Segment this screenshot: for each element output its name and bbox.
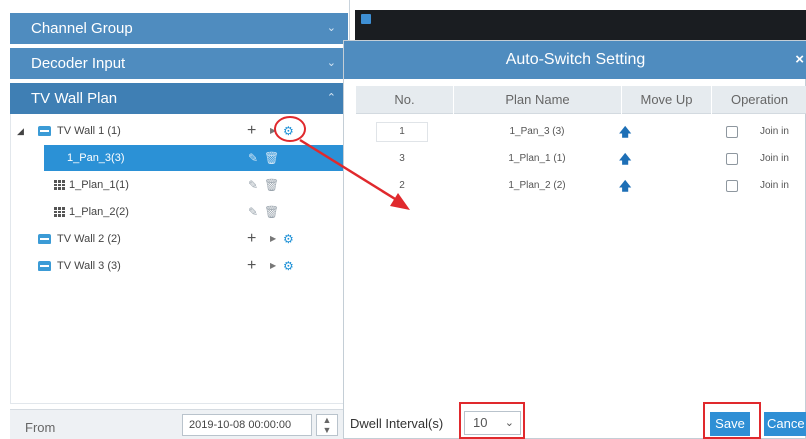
play-icon[interactable]: ▶: [270, 253, 276, 279]
tv-wall-icon: [38, 234, 51, 244]
tree-item-tv-wall-1[interactable]: ◢ TV Wall 1 (1) + ▶ ⚙: [11, 118, 347, 144]
gear-icon[interactable]: ⚙: [283, 226, 294, 252]
row-number: 2: [399, 180, 405, 191]
tv-wall-plan-header[interactable]: TV Wall Plan ⌃: [10, 83, 348, 114]
datetime-spinner[interactable]: ▲ ▼: [316, 414, 338, 436]
chevron-down-icon: ⌄: [326, 57, 336, 69]
edit-icon[interactable]: ✎: [248, 199, 258, 225]
row-plan-name: 1_Pan_3 (3): [509, 126, 565, 137]
trash-icon[interactable]: 🗑: [264, 172, 279, 198]
dialog-title: Auto-Switch Setting: [505, 51, 646, 68]
left-panel: Channel Group ⌄ Decoder Input ⌄ TV Wall …: [0, 0, 350, 439]
edit-icon[interactable]: ✎: [248, 145, 258, 171]
play-icon[interactable]: ▶: [270, 118, 276, 144]
row-plan-name: 1_Plan_2 (2): [508, 180, 566, 191]
save-highlight-box: [703, 402, 761, 439]
auto-switch-dialog: Auto-Switch Setting × No. Plan Name Move…: [343, 40, 806, 439]
decoder-input-header[interactable]: Decoder Input ⌄: [10, 48, 348, 79]
join-checkbox[interactable]: [726, 153, 738, 165]
channel-group-label: Channel Group: [31, 20, 133, 37]
from-bar: From ▲▼: [10, 409, 348, 439]
add-icon[interactable]: +: [247, 118, 256, 144]
dwell-interval-label: Dwell Interval(s): [350, 416, 444, 431]
tree-item-plan[interactable]: 1_Plan_1(1) ✎ 🗑: [11, 172, 347, 198]
tree-item-label: 1_Pan_3(3): [67, 152, 125, 164]
column-header-plan-name: Plan Name: [453, 86, 621, 114]
edit-icon[interactable]: ✎: [248, 172, 258, 198]
row-number: 1: [376, 122, 428, 142]
table-row[interactable]: 3 1_Plan_1 (1) 🡅 Join in: [356, 146, 806, 172]
join-label: Join in: [760, 126, 789, 137]
gear-icon[interactable]: ⚙: [283, 118, 294, 144]
background-window-strip: [355, 10, 806, 44]
dialog-title-bar: Auto-Switch Setting ×: [344, 41, 806, 79]
decoder-input-label: Decoder Input: [31, 55, 126, 72]
dwell-highlight-box: [459, 402, 525, 439]
column-header-no: No.: [394, 92, 415, 107]
add-icon[interactable]: +: [247, 253, 256, 279]
tree-item-tv-wall-2[interactable]: TV Wall 2 (2) + ▶ ⚙: [11, 226, 347, 252]
table-row[interactable]: 2 1_Plan_2 (2) 🡅 Join in: [356, 173, 806, 199]
expand-icon[interactable]: ◢: [17, 118, 24, 144]
plan-grid-icon: [54, 207, 65, 217]
channel-group-header[interactable]: Channel Group ⌄: [10, 13, 348, 44]
tree-item-label: TV Wall 1 (1): [57, 125, 121, 137]
tv-wall-plan-label: TV Wall Plan: [31, 90, 118, 107]
tree-item-label: TV Wall 3 (3): [57, 260, 121, 272]
tree-item-label: TV Wall 2 (2): [57, 233, 121, 245]
join-label: Join in: [760, 180, 789, 191]
join-label: Join in: [760, 153, 789, 164]
window-icon: [361, 14, 371, 24]
from-label: From: [25, 420, 56, 435]
tree-item-label: 1_Plan_1(1): [69, 179, 129, 191]
play-icon[interactable]: ▶: [270, 226, 276, 252]
table-header: No. Plan Name Move Up Operation: [356, 86, 806, 114]
row-number: 3: [399, 153, 405, 164]
column-header-operation: Operation: [711, 86, 806, 114]
join-checkbox[interactable]: [726, 126, 738, 138]
close-icon[interactable]: ×: [795, 41, 804, 79]
trash-icon[interactable]: 🗑: [264, 199, 279, 225]
arrow-up-icon[interactable]: 🡅: [619, 146, 631, 172]
tree-item-plan-selected[interactable]: 1_Pan_3(3) ✎ 🗑: [44, 145, 347, 171]
trash-icon[interactable]: 🗑: [264, 145, 279, 171]
chevron-up-icon: ⌃: [326, 92, 336, 104]
join-checkbox[interactable]: [726, 180, 738, 192]
plan-grid-icon: [54, 180, 65, 190]
arrow-up-icon[interactable]: 🡅: [619, 119, 631, 145]
tree-item-plan[interactable]: 1_Plan_2(2) ✎ 🗑: [11, 199, 347, 225]
arrow-up-icon[interactable]: 🡅: [619, 173, 631, 199]
row-plan-name: 1_Plan_1 (1): [508, 153, 566, 164]
tv-wall-icon: [38, 261, 51, 271]
tv-wall-icon: [38, 126, 51, 136]
tree-item-tv-wall-3[interactable]: TV Wall 3 (3) + ▶ ⚙: [11, 253, 347, 279]
gear-icon[interactable]: ⚙: [283, 253, 294, 279]
tree-item-label: 1_Plan_2(2): [69, 206, 129, 218]
tv-wall-plan-tree: ◢ TV Wall 1 (1) + ▶ ⚙ 1_Pan_3(3) ✎ 🗑 1_P…: [10, 114, 348, 404]
column-header-move-up: Move Up: [621, 86, 711, 114]
cancel-button[interactable]: Cance: [764, 412, 806, 436]
add-icon[interactable]: +: [247, 226, 256, 252]
table-row[interactable]: 1 1_Pan_3 (3) 🡅 Join in: [356, 119, 806, 145]
chevron-down-icon: ⌄: [326, 22, 336, 34]
from-datetime-input[interactable]: [182, 414, 312, 436]
